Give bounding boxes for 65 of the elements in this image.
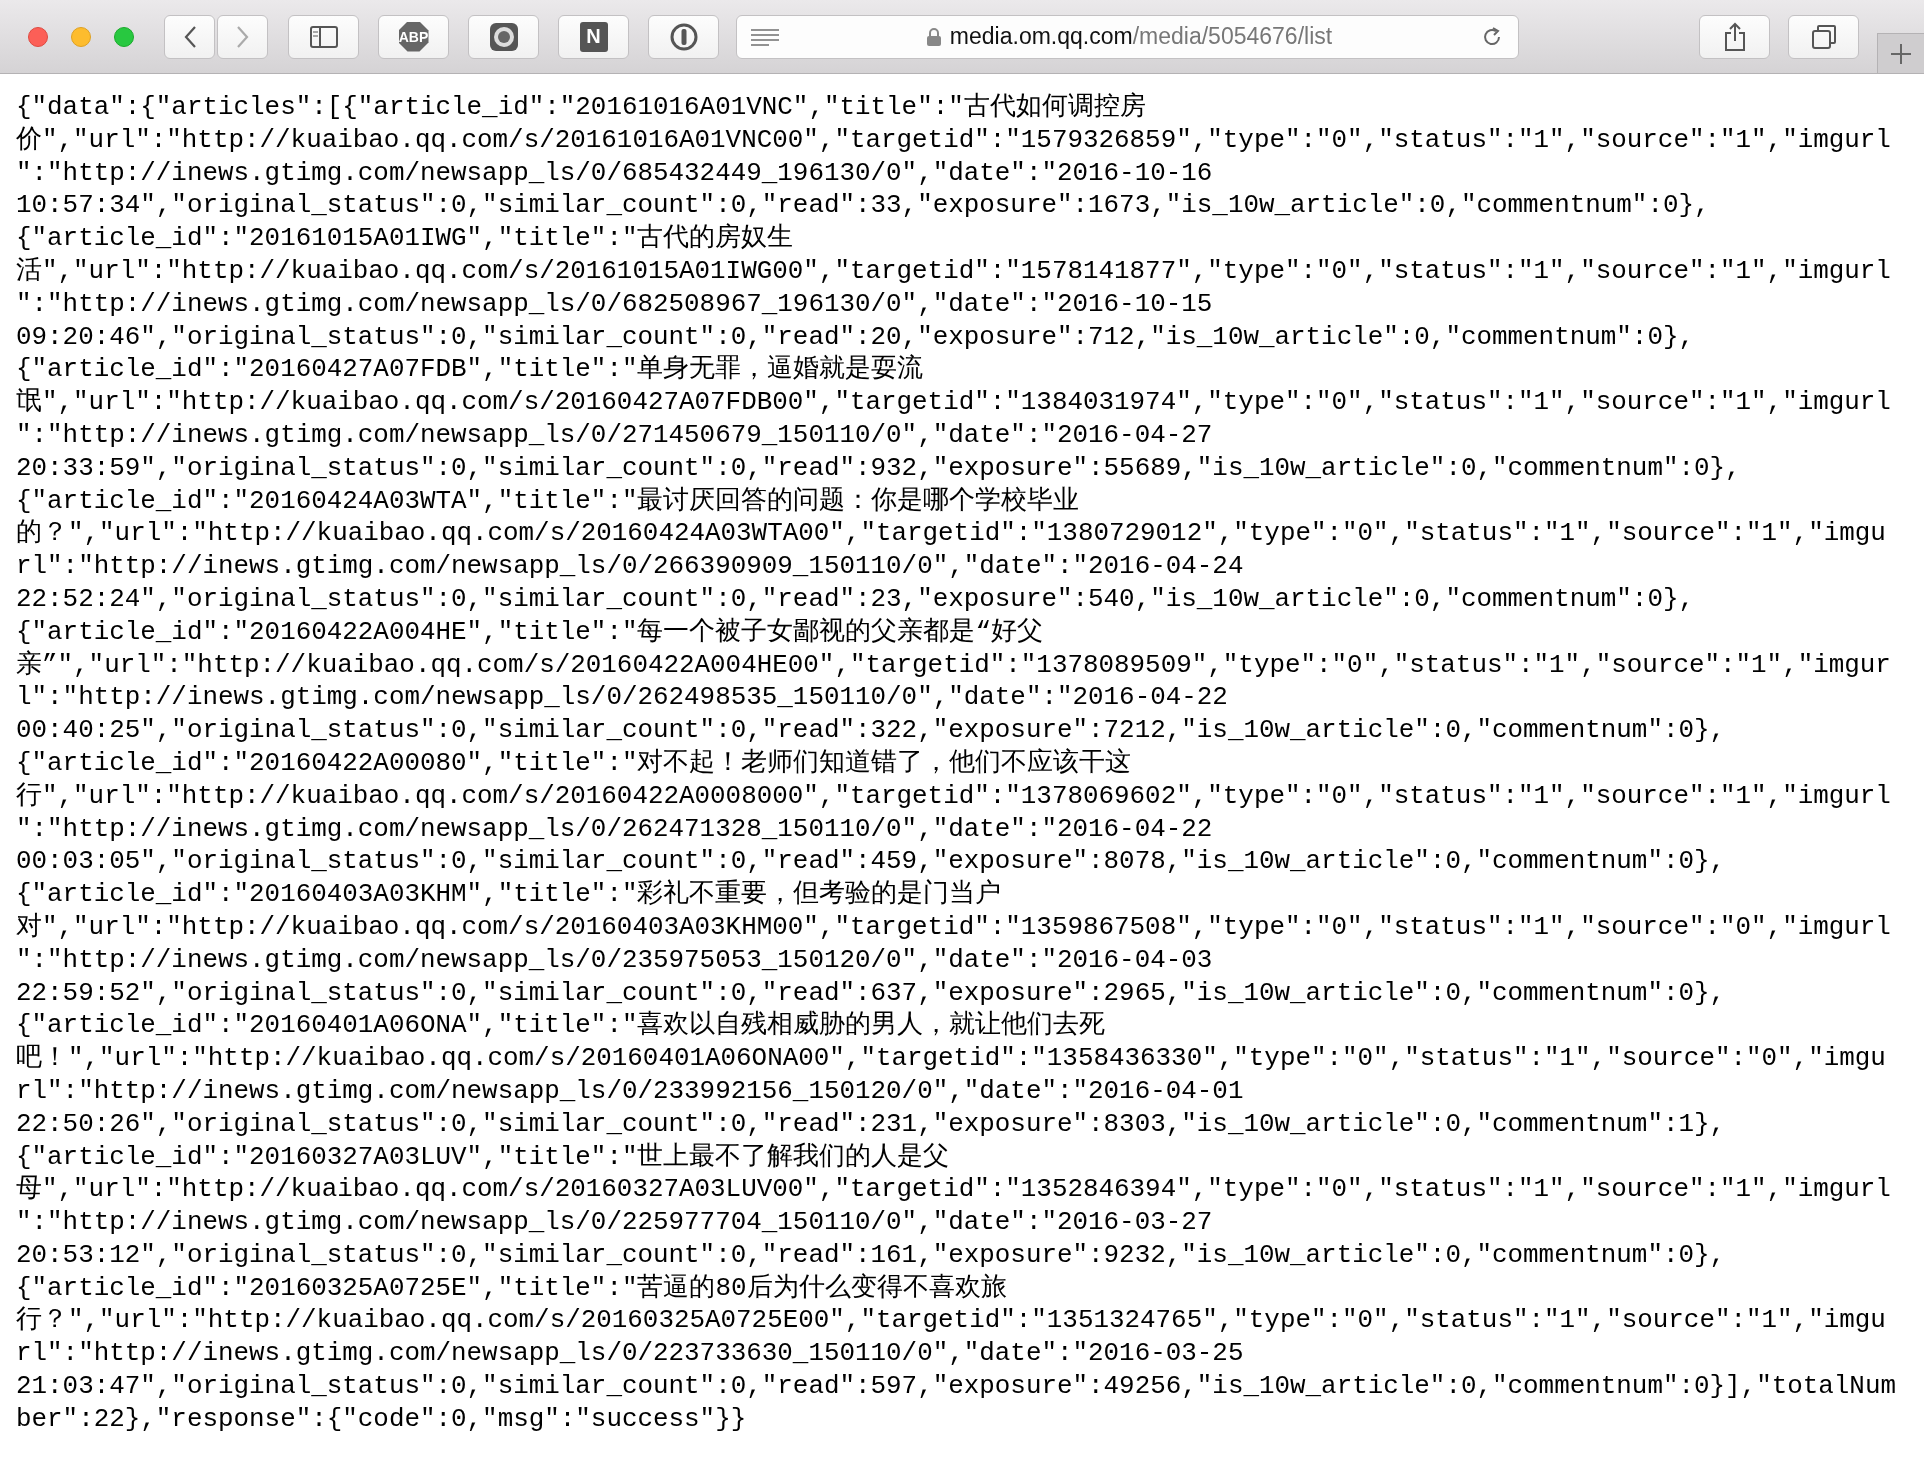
back-button[interactable] (164, 14, 215, 59)
url-text: media.om.qq.com/media/5054676/list (949, 23, 1333, 50)
json-text-line: ":"http://inews.gtimg.com/newsapp_ls/0/685432449_196130/0","date":"2016-10-16 (16, 156, 1214, 190)
json-text-line: rl":"http://inews.gtimg.com/newsapp_ls/0/223733630_150110/0","date":"2016-03-25 (16, 1337, 1245, 1371)
json-text-line: 20:53:12","original_status":0,"similar_count":0,"read":161,"exposure":9232,"is_10w_article":0,"commentnum":0}, (16, 1238, 1727, 1272)
json-text-line: {"article_id":"20160327A03LUV","title":"世上最不了解我们的人是父 (16, 1140, 951, 1174)
json-text-line: 22:59:52","original_status":0,"similar_count":0,"read":637,"exposure":2965,"is_10w_article":0,"commentnum":0}, (16, 976, 1727, 1010)
json-text-line: rl":"http://inews.gtimg.com/newsapp_ls/0/233992156_150120/0","date":"2016-04-01 (16, 1074, 1245, 1108)
json-text-line: 09:20:46","original_status":0,"similar_count":0,"read":20,"exposure":712,"is_10w_article":0,"commentnum":0}, (16, 320, 1695, 354)
json-text-line: 21:03:47","original_status":0,"similar_count":0,"read":597,"exposure":49256,"is_10w_article":0,"commentnum":0}],"totalNum (16, 1370, 1897, 1403)
json-text-line: ":"http://inews.gtimg.com/newsapp_ls/0/682508967_196130/0","date":"2016-10-15 (16, 287, 1214, 321)
json-text-line: ":"http://inews.gtimg.com/newsapp_ls/0/225977704_150110/0","date":"2016-03-27 (16, 1206, 1214, 1239)
tabs-icon (1810, 23, 1837, 50)
json-text-line: 活","url":"http://kuaibao.qq.com/s/20161015A01IWG00","targetid":"1578141877","type":"0","status":"1","source":"1","imgurl (16, 255, 1892, 288)
share-icon (1723, 21, 1746, 52)
notebook-extension-button[interactable]: N (558, 14, 629, 59)
camera-extension-button[interactable] (468, 14, 539, 59)
json-text-line: l":"http://inews.gtimg.com/newsapp_ls/0/262498535_150110/0","date":"2016-04-22 (16, 681, 1229, 715)
chevron-right-icon (235, 24, 250, 49)
json-text-line: 10:57:34","original_status":0,"similar_count":0,"read":33,"exposure":1673,"is_10w_article":0,"commentnum":0}, (16, 189, 1711, 223)
json-text-line: {"article_id":"20160403A03KHM","title":"彩礼不重要，但考验的是门当户 (16, 878, 1003, 911)
lock-icon (926, 27, 941, 46)
json-text-line: rl":"http://inews.gtimg.com/newsapp_ls/0/266390909_150110/0","date":"2016-04-24 (16, 550, 1245, 583)
sidebar-button[interactable] (288, 14, 359, 59)
adblock-extension-button[interactable]: ABP (378, 14, 449, 59)
json-text-line: 20:33:59","original_status":0,"similar_count":0,"read":932,"exposure":55689,"is_10w_article":0,"commentnum":0}, (16, 451, 1742, 485)
json-text-line: 00:40:25","original_status":0,"similar_count":0,"read":322,"exposure":7212,"is_10w_article":0,"commentnum":0}, (16, 714, 1727, 747)
json-text-line: 22:52:24","original_status":0,"similar_count":0,"read":23,"exposure":540,"is_10w_article":0,"commentnum":0}, (16, 582, 1695, 616)
chevron-left-icon (182, 24, 197, 49)
close-window-button[interactable] (28, 26, 48, 47)
password-extension-button[interactable] (648, 14, 719, 59)
json-text-line: 吧！","url":"http://kuaibao.qq.com/s/20160401A06ONA00","targetid":"1358436330","type":"0","status":"1","source":"0","imgu (16, 1042, 1887, 1075)
reader-icon (751, 26, 779, 47)
json-text-line: {"article_id":"20160422A004HE","title":"每一个被子女鄙视的父亲都是“好父 (16, 615, 1044, 649)
json-text-line: ber":22},"response":{"code":0,"msg":"success"}} (16, 1402, 748, 1436)
keyhole-icon (668, 21, 699, 52)
json-text-line: {"article_id":"20160424A03WTA","title":"最讨厌回答的问题：你是哪个学校毕业 (16, 484, 1081, 518)
json-text-line: 对","url":"http://kuaibao.qq.com/s/20160403A03KHM00","targetid":"1359867508","type":"0","status":"1","source":"0","imgurl (16, 910, 1892, 944)
json-text-line: 氓","url":"http://kuaibao.qq.com/s/20160427A07FDB00","targetid":"1384031974","type":"0","status":"1","source":"1","imgurl (16, 386, 1892, 419)
notebook-label: N (579, 21, 608, 52)
address-bar[interactable]: media.om.qq.com/media/5054676/list (736, 14, 1519, 59)
sidebar-icon (309, 25, 338, 48)
json-text-line: 的？","url":"http://kuaibao.qq.com/s/20160424A03WTA00","targetid":"1380729012","type":"0","status":"1","source":"1","imgu (16, 517, 1887, 551)
new-tab-button[interactable] (1877, 33, 1924, 73)
json-text-line: {"article_id":"20160401A06ONA","title":"喜欢以自残相威胁的男人，就让他们去死 (16, 1009, 1107, 1043)
json-text-line: {"data":{"articles":[{"article_id":"20161016A01VNC","title":"古代如何调控房 (16, 91, 1147, 124)
json-text-line: 亲”","url":"http://kuaibao.qq.com/s/20160422A004HE00","targetid":"1378089509","type":"0","status":"1","source":"1","imgur (16, 648, 1892, 682)
plus-icon (1890, 42, 1912, 65)
json-text-line: {"article_id":"20160422A00080","title":"对不起！老师们知道错了，他们不应该干这 (16, 746, 1133, 780)
json-text-line: 行","url":"http://kuaibao.qq.com/s/20160422A0008000","targetid":"1378069602","type":"0","status":"1","source":"1","imgurl (16, 779, 1892, 813)
json-text-line: 22:50:26","original_status":0,"similar_count":0,"read":231,"exposure":8303,"is_10w_article":0,"commentnum":1}, (16, 1107, 1727, 1141)
lens-icon (488, 21, 519, 52)
json-text-line: ":"http://inews.gtimg.com/newsapp_ls/0/262471328_150110/0","date":"2016-04-22 (16, 812, 1214, 846)
json-text-line: 价","url":"http://kuaibao.qq.com/s/20161016A01VNC00","targetid":"1579326859","type":"0","status":"1","source":"1","imgurl (16, 123, 1892, 157)
show-tabs-button[interactable] (1788, 14, 1859, 59)
share-button[interactable] (1699, 14, 1770, 59)
json-text-line: 00:03:05","original_status":0,"similar_count":0,"read":459,"exposure":8078,"is_10w_article":0,"commentnum":0}, (16, 845, 1727, 879)
json-text-line: 行？","url":"http://kuaibao.qq.com/s/20160325A0725E00","targetid":"1351324765","type":"0","status":"1","source":"1","imgu (16, 1304, 1887, 1338)
json-text-line: ":"http://inews.gtimg.com/newsapp_ls/0/271450679_150110/0","date":"2016-04-27 (16, 418, 1214, 452)
json-text-line: {"article_id":"20160325A0725E","title":"苦逼的80后为什么变得不喜欢旅 (16, 1271, 1008, 1305)
json-text-line: ":"http://inews.gtimg.com/newsapp_ls/0/235975053_150120/0","date":"2016-04-03 (16, 943, 1214, 977)
json-text-line: 母","url":"http://kuaibao.qq.com/s/20160327A03LUV00","targetid":"1352846394","type":"0","status":"1","source":"1","imgurl (16, 1173, 1892, 1207)
adblock-label: ABP (398, 21, 429, 52)
json-text-line: {"article_id":"20161015A01IWG","title":"古代的房奴生 (16, 222, 795, 255)
json-text-line: {"article_id":"20160427A07FDB","title":"单身无罪，逼婚就是耍流 (16, 353, 925, 387)
